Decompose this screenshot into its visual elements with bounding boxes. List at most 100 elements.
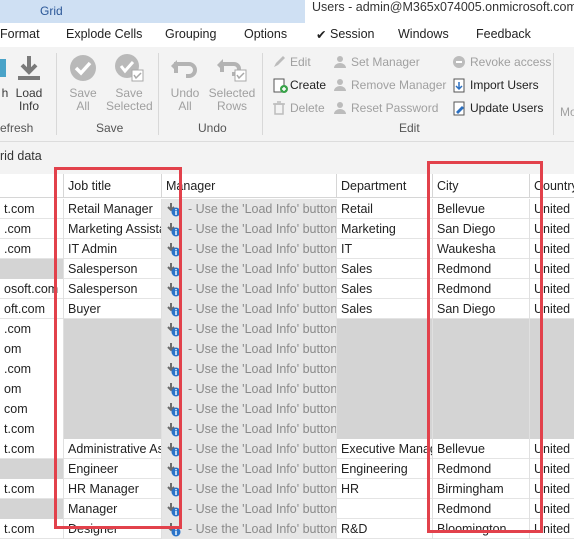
manager-hint-text: - Use the 'Load Info' button t [188, 382, 336, 396]
cell-manager[interactable]: - Use the 'Load Info' button t [161, 259, 336, 279]
cell-department[interactable]: Sales [336, 279, 432, 299]
menu-options[interactable]: Options [244, 27, 287, 41]
cell-department[interactable]: Engineering [336, 459, 432, 479]
menu-format[interactable]: Format [0, 27, 40, 41]
cell-department[interactable]: HR [336, 479, 432, 499]
user-remove-icon [334, 79, 346, 91]
manager-hint-text: - Use the 'Load Info' button t [188, 442, 336, 456]
menu-bar: Format Explode Cells Grouping Options ✔ … [0, 23, 574, 47]
update-users-button[interactable]: Update Users [452, 101, 552, 117]
title-bar: Grid Users - admin@M365x074005.onmicroso… [0, 0, 574, 23]
group-separator [553, 53, 554, 135]
cell-manager[interactable]: - Use the 'Load Info' button t [161, 279, 336, 299]
manager-hint-text: - Use the 'Load Info' button t [188, 502, 336, 516]
col-header-department[interactable]: Department [336, 174, 432, 198]
manager-hint-text: - Use the 'Load Info' button t [188, 522, 336, 536]
cell-manager[interactable]: - Use the 'Load Info' button t [161, 299, 336, 319]
cell-manager[interactable]: - Use the 'Load Info' button t [161, 519, 336, 539]
refresh-button[interactable]: h [0, 53, 10, 100]
ribbon: h Load Info efresh Save All Save Selecte… [0, 47, 574, 142]
grid-tab-label: Grid [40, 4, 63, 18]
manager-hint-text: - Use the 'Load Info' button t [188, 362, 336, 376]
edit-button[interactable]: Edit [272, 55, 332, 71]
manager-hint-text: - Use the 'Load Info' button t [188, 462, 336, 476]
group-label-undo: Undo [198, 121, 227, 135]
revoke-access-label: Revoke access [470, 55, 552, 69]
trash-icon [273, 101, 285, 115]
col-header-manager[interactable]: Manager [161, 174, 336, 198]
import-users-label: Import Users [470, 78, 539, 92]
undo-selected-button[interactable]: Selected Rows [206, 53, 258, 113]
undo-selected-icon [217, 59, 247, 82]
reset-password-label: Reset Password [351, 101, 439, 115]
cell-manager[interactable]: - Use the 'Load Info' button t [161, 479, 336, 499]
set-manager-button[interactable]: Set Manager [333, 55, 443, 71]
cell-department[interactable]: Sales [336, 299, 432, 319]
create-label: Create [290, 78, 327, 92]
update-users-label: Update Users [470, 101, 544, 115]
revoke-access-button[interactable]: Revoke access [452, 55, 552, 71]
load-info-button[interactable]: Load Info [12, 53, 46, 113]
highlight-city-column [427, 161, 543, 533]
user-icon [334, 56, 346, 68]
cell-department[interactable]: Executive Manag [336, 439, 432, 459]
cell-department[interactable] [336, 499, 432, 519]
cell-department[interactable]: Sales [336, 259, 432, 279]
cell-manager[interactable]: - Use the 'Load Info' button t [161, 439, 336, 459]
delete-label: Delete [290, 101, 325, 115]
session-check-icon: ✔ [316, 28, 327, 42]
revoke-icon [453, 56, 465, 68]
more-button[interactable]: Mo [560, 105, 574, 119]
cell-manager[interactable]: - Use the 'Load Info' button t [161, 419, 336, 439]
grid-tab[interactable]: Grid [0, 0, 305, 23]
delete-button[interactable]: Delete [272, 101, 332, 117]
group-separator [56, 53, 57, 135]
cell-department[interactable] [336, 319, 432, 339]
cell-department[interactable] [336, 419, 432, 439]
menu-grouping[interactable]: Grouping [165, 27, 216, 41]
cell-department[interactable]: R&D [336, 519, 432, 539]
manager-hint-text: - Use the 'Load Info' button t [188, 202, 336, 216]
highlight-job-title-column [54, 167, 182, 529]
cell-manager[interactable]: - Use the 'Load Info' button t [161, 459, 336, 479]
create-button[interactable]: Create [272, 78, 332, 94]
cell-manager[interactable]: - Use the 'Load Info' button t [161, 359, 336, 379]
cell-manager[interactable]: - Use the 'Load Info' button t [161, 379, 336, 399]
import-users-button[interactable]: Import Users [452, 78, 552, 94]
cell-manager[interactable]: - Use the 'Load Info' button t [161, 499, 336, 519]
save-selected-button[interactable]: Save Selected [106, 53, 153, 113]
remove-manager-label: Remove Manager [351, 78, 447, 92]
undo-all-button[interactable]: Undo All [166, 53, 204, 113]
cell-manager[interactable]: - Use the 'Load Info' button t [161, 319, 336, 339]
reset-password-button[interactable]: Reset Password [333, 101, 448, 117]
cell-department[interactable] [336, 399, 432, 419]
cell-manager[interactable]: - Use the 'Load Info' button t [161, 339, 336, 359]
key-user-icon [334, 102, 346, 114]
pencil-icon [274, 56, 285, 67]
cell-manager[interactable]: - Use the 'Load Info' button t [161, 399, 336, 419]
set-manager-label: Set Manager [351, 55, 420, 69]
download-icon [18, 56, 40, 80]
cell-department[interactable] [336, 359, 432, 379]
cell-department[interactable]: IT [336, 239, 432, 259]
menu-session[interactable]: Session [330, 27, 374, 41]
cell-manager[interactable]: - Use the 'Load Info' button t [161, 219, 336, 239]
manager-hint-text: - Use the 'Load Info' button t [188, 302, 336, 316]
remove-manager-button[interactable]: Remove Manager [333, 78, 448, 94]
undo-selected-label: Selected Rows [208, 86, 256, 113]
cell-manager[interactable]: - Use the 'Load Info' button t [161, 239, 336, 259]
save-all-button[interactable]: Save All [64, 53, 102, 113]
save-selected-label: Save Selected [106, 86, 153, 113]
cell-department[interactable]: Retail [336, 199, 432, 219]
group-label-refresh: efresh [0, 121, 34, 135]
group-separator [158, 53, 159, 135]
cell-department[interactable] [336, 379, 432, 399]
group-separator [262, 53, 263, 135]
menu-explode-cells[interactable]: Explode Cells [66, 27, 142, 41]
cell-department[interactable]: Marketing [336, 219, 432, 239]
menu-feedback[interactable]: Feedback [476, 27, 531, 41]
cell-manager[interactable]: - Use the 'Load Info' button t [161, 199, 336, 219]
menu-windows[interactable]: Windows [398, 27, 449, 41]
cell-department[interactable] [336, 339, 432, 359]
manager-hint-text: - Use the 'Load Info' button t [188, 322, 336, 336]
